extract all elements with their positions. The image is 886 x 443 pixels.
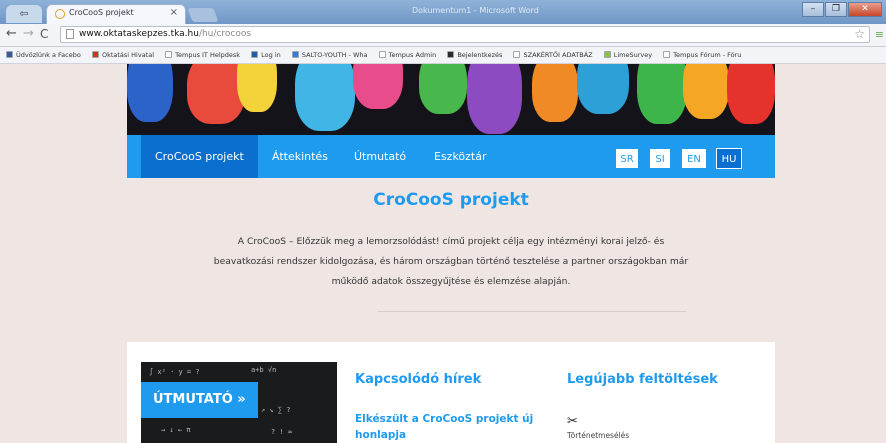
language-sr-button[interactable]: SR	[615, 148, 639, 169]
main-navigation: CroCooS projekt Áttekintés Útmutató Eszk…	[127, 135, 775, 178]
related-news-heading: Kapcsolódó hírek	[355, 372, 482, 387]
bookmark-item[interactable]: Oktatási Hivatal	[91, 47, 155, 63]
bookmark-item[interactable]: Üdvözlünk a Facebo	[6, 47, 81, 63]
tools-icon[interactable]: ✂	[567, 414, 578, 429]
tab-title: CroCooS projekt	[69, 8, 134, 17]
back-button[interactable]: ←	[6, 27, 17, 41]
maximize-button[interactable]: ❐	[825, 2, 847, 17]
bookmark-label: Tempus Admin	[388, 51, 437, 59]
bookmarks-bar: Üdvözlünk a Facebo Oktatási Hivatal Temp…	[0, 47, 886, 64]
back-tab-icon: ⇦	[19, 7, 29, 20]
favicon-icon	[55, 9, 65, 19]
minimize-button[interactable]: –	[802, 2, 824, 17]
page-icon	[165, 51, 173, 58]
content-card: ∫ x² · y = ? a+b √n ↗ ↘ ∑ ? → ↓ ← π ? ! …	[127, 342, 775, 443]
tab-crocoos[interactable]: CroCooS projekt ×	[46, 4, 186, 24]
page-icon	[378, 51, 386, 58]
bookmark-item[interactable]: LimeSurvey	[603, 47, 653, 63]
window-titlebar: ⇦ CroCooS projekt × Dokumentum1 - Micros…	[0, 0, 886, 24]
window-controls: – ❐ ✕	[802, 2, 882, 17]
page-icon	[513, 51, 521, 58]
news-item-link[interactable]: Elkészült a CroCooS projekt új honlapja	[355, 411, 545, 443]
bookmark-item[interactable]: Tempus Fórum - Föru	[663, 47, 741, 63]
tab-close-icon[interactable]: ×	[170, 7, 178, 18]
nav-crocoos-projekt[interactable]: CroCooS projekt	[141, 135, 258, 178]
bookmark-star-icon[interactable]: ☆	[854, 27, 865, 41]
bookmark-label: Log in	[261, 51, 281, 59]
upload-item-label[interactable]: Történetmesélés	[567, 431, 629, 440]
forward-button[interactable]: →	[23, 27, 34, 41]
bookmark-label: SZAKÉRTŐI ADATBÁZ	[523, 51, 593, 59]
browser-menu-icon[interactable]: ≡	[875, 28, 884, 41]
bookmark-item[interactable]: SZAKÉRTŐI ADATBÁZ	[513, 47, 593, 63]
bookmark-item[interactable]: Tempus IT Helpdesk	[165, 47, 240, 63]
url-host: www.oktataskepzes.tka.hu	[79, 29, 199, 39]
bookmark-label: SALTO-YOUTH - Wha	[301, 51, 368, 59]
bookmark-item[interactable]: Bejelentkezés	[447, 47, 502, 63]
bookmark-label: Tempus IT Helpdesk	[175, 51, 241, 59]
bookmark-label: LimeSurvey	[613, 51, 653, 59]
guide-chalkboard-image[interactable]: ∫ x² · y = ? a+b √n ↗ ↘ ∑ ? → ↓ ← π ? ! …	[141, 362, 337, 443]
bookmark-site-icon	[603, 51, 611, 58]
bookmark-site-icon	[251, 51, 259, 58]
page-icon	[663, 51, 671, 58]
previous-tab[interactable]: ⇦	[6, 5, 42, 23]
new-tab-button[interactable]	[187, 8, 219, 22]
browser-toolbar: ← → C www.oktataskepzes.tka.hu/hu/crocoo…	[0, 24, 886, 47]
nav-utmutato[interactable]: Útmutató	[354, 135, 406, 178]
url-text[interactable]: www.oktataskepzes.tka.hu/hu/crocoos	[79, 29, 251, 39]
reload-button[interactable]: C	[40, 27, 48, 41]
bookmark-site-icon	[447, 51, 455, 58]
latest-uploads-heading: Legújabb feltöltések	[567, 372, 718, 387]
bookmark-label: Oktatási Hivatal	[101, 51, 155, 59]
bookmark-label: Bejelentkezés	[457, 51, 503, 59]
guide-button[interactable]: ÚTMUTATÓ »	[141, 382, 258, 418]
intro-paragraph: A CroCooS – Előzzük meg a lemorzsolódást…	[213, 236, 689, 287]
bookmark-label: Tempus Fórum - Föru	[673, 51, 742, 59]
language-si-button[interactable]: SI	[649, 148, 671, 169]
bookmark-site-icon	[291, 51, 299, 58]
address-bar[interactable]: www.oktataskepzes.tka.hu/hu/crocoos ☆	[60, 26, 870, 43]
language-en-button[interactable]: EN	[681, 148, 707, 169]
url-path: /hu/crocoos	[198, 29, 252, 39]
language-hu-button[interactable]: HU	[716, 148, 742, 169]
bookmark-item[interactable]: SALTO-YOUTH - Wha	[291, 47, 368, 63]
page-content: CroCooS projekt Áttekintés Útmutató Eszk…	[0, 64, 886, 443]
bookmark-site-icon	[91, 51, 99, 58]
page-title: CroCooS projekt	[373, 190, 529, 210]
hero-banner-image	[127, 64, 775, 135]
divider	[378, 311, 686, 312]
facebook-icon	[6, 51, 13, 58]
page-icon	[66, 29, 74, 39]
bookmark-label: Üdvözlünk a Facebo	[16, 51, 81, 59]
bookmark-item[interactable]: Log in	[251, 47, 281, 63]
close-window-button[interactable]: ✕	[848, 2, 882, 17]
nav-eszkoztar[interactable]: Eszköztár	[434, 135, 487, 178]
nav-attekintes[interactable]: Áttekintés	[272, 135, 328, 178]
bookmark-item[interactable]: Tempus Admin	[378, 47, 437, 63]
window-title: Dokumentum1 - Microsoft Word	[412, 6, 539, 15]
